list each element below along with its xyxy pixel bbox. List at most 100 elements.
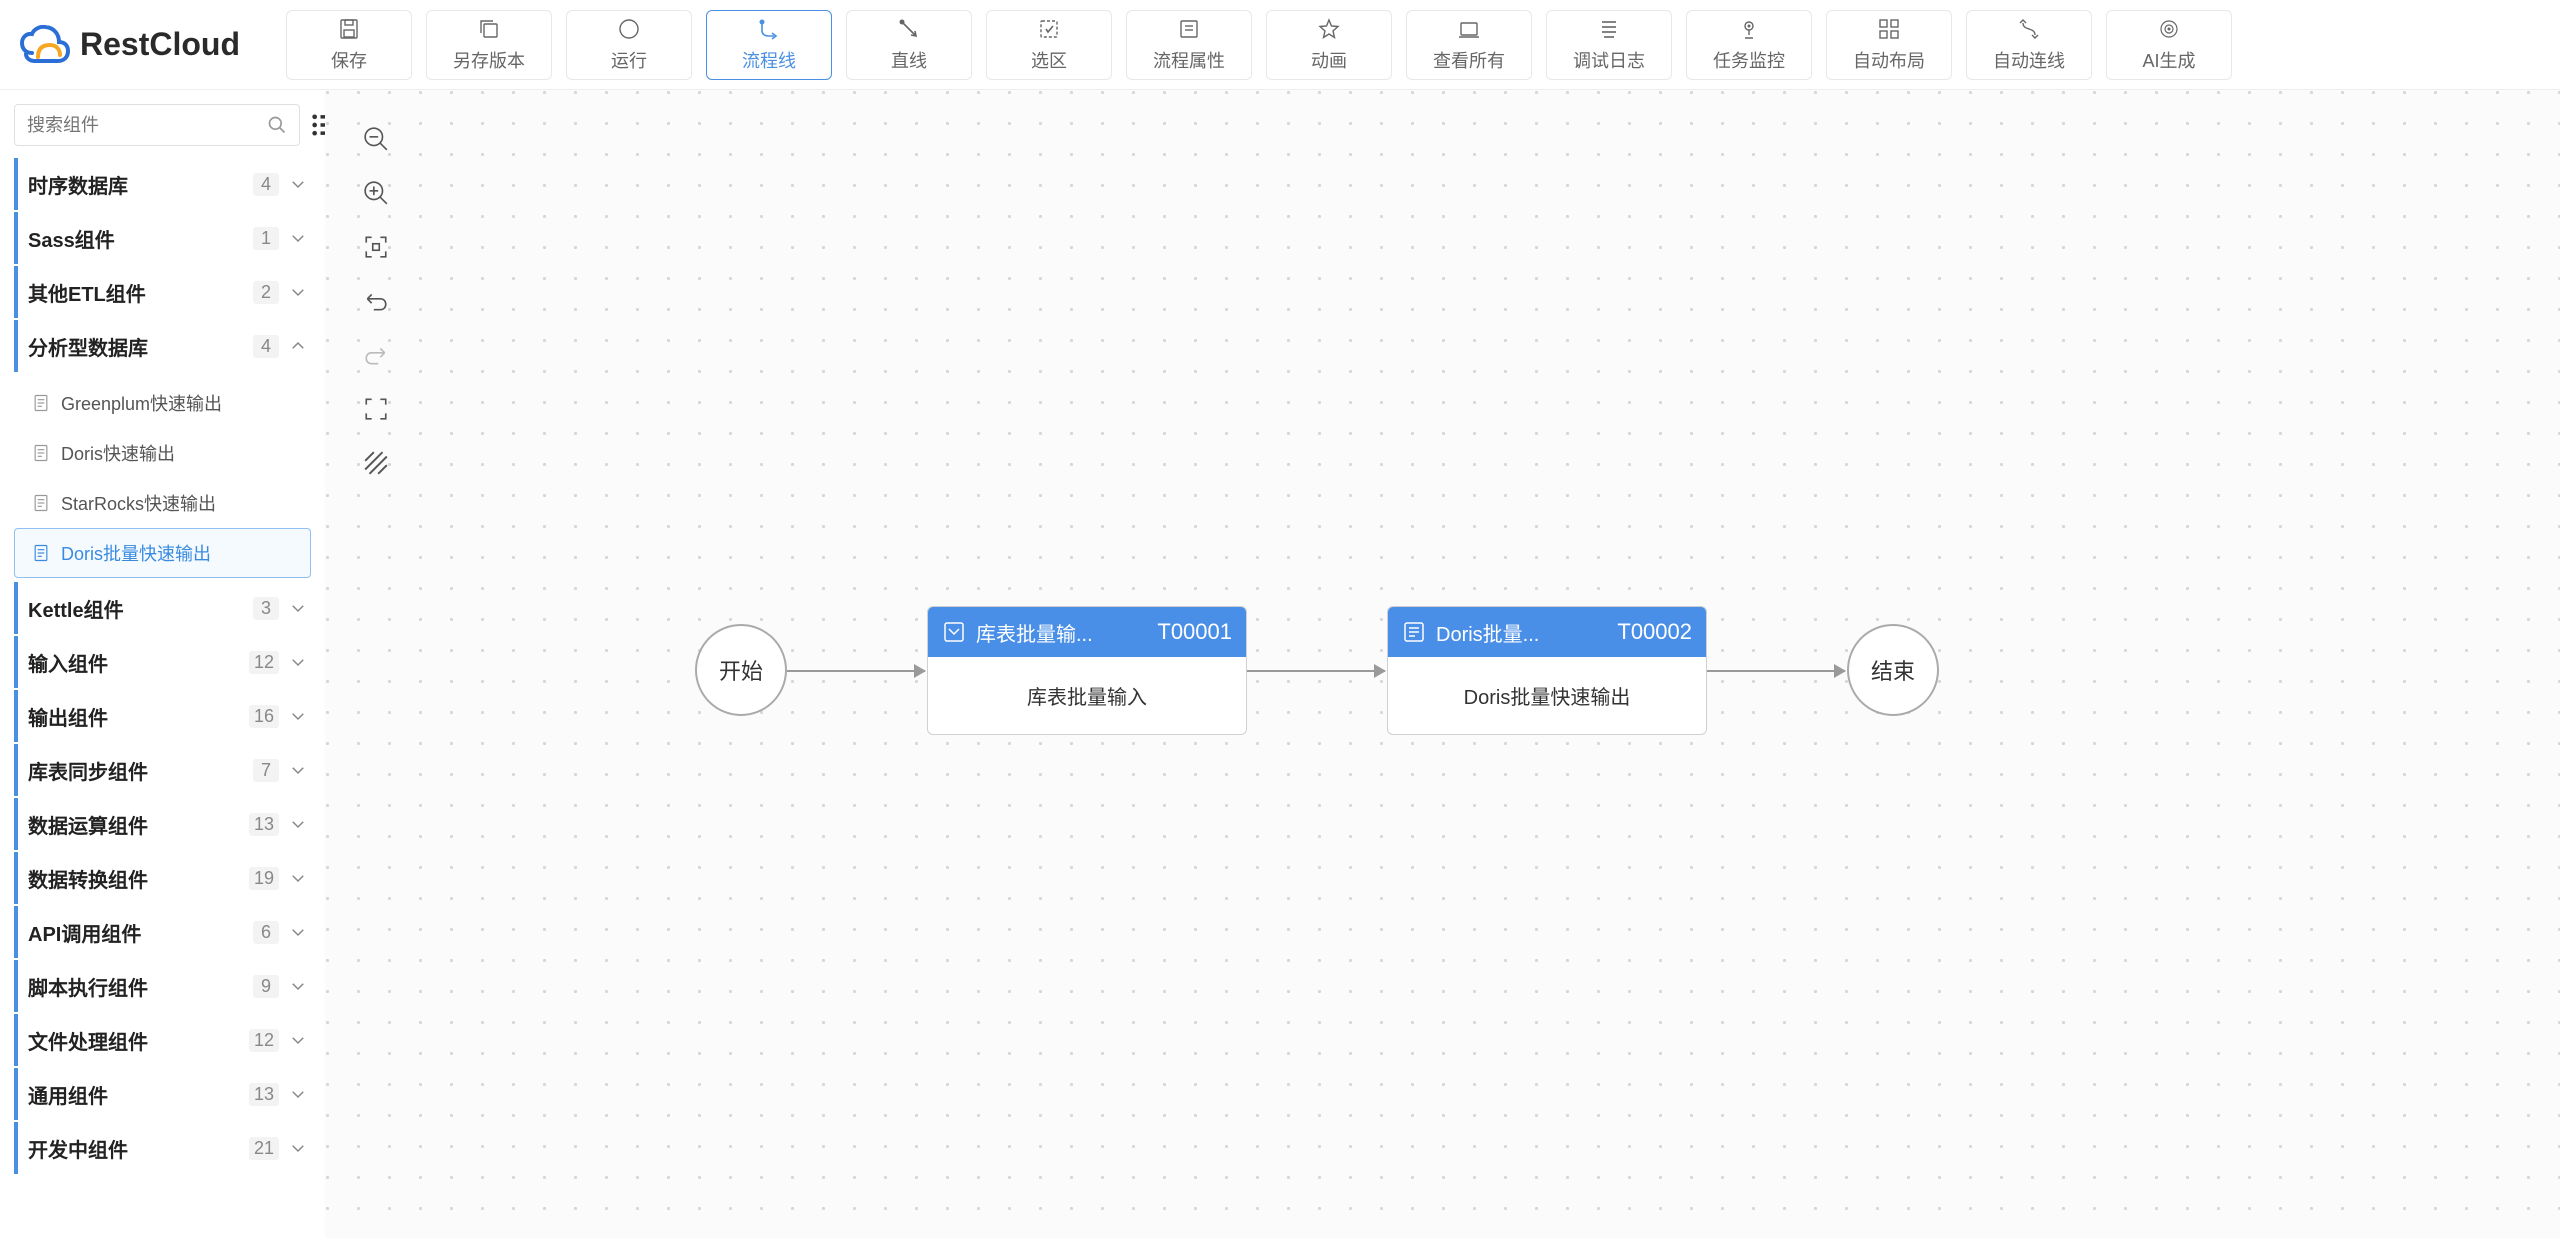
category-item[interactable]: Sass组件1 <box>14 212 311 264</box>
search-input[interactable] <box>27 115 259 136</box>
copy-icon <box>477 17 501 41</box>
category-label: 数据运算组件 <box>18 810 249 839</box>
debuglog-button[interactable]: 调试日志 <box>1546 10 1672 80</box>
toolbar-label: 自动布局 <box>1853 47 1925 73</box>
category-label: 时序数据库 <box>18 170 253 199</box>
category-count: 6 <box>253 921 279 944</box>
category-item[interactable]: 数据运算组件13 <box>14 798 311 850</box>
selection-icon <box>1037 17 1061 41</box>
document-icon <box>31 543 51 563</box>
category-item[interactable]: 脚本执行组件9 <box>14 960 311 1012</box>
viewall-button[interactable]: 查看所有 <box>1406 10 1532 80</box>
category-item[interactable]: Kettle组件3 <box>14 582 311 634</box>
anim-button[interactable]: 动画 <box>1266 10 1392 80</box>
toolbar-label: 运行 <box>611 47 647 73</box>
category-count: 12 <box>249 1029 279 1052</box>
list-icon <box>310 111 325 139</box>
fit-button[interactable] <box>361 232 391 262</box>
edge-start-to-node1[interactable] <box>787 670 925 672</box>
category-count: 1 <box>253 227 279 250</box>
canvas[interactable]: 开始 库表批量输... T00001 库表批量输入 Doris批量... T00… <box>325 90 2560 1238</box>
taskmon-button[interactable]: 任务监控 <box>1686 10 1812 80</box>
chevron-down-icon <box>289 707 307 725</box>
chevron-down-icon <box>289 599 307 617</box>
chevron-down-icon <box>289 653 307 671</box>
category-item[interactable]: 通用组件13 <box>14 1068 311 1120</box>
category-count: 13 <box>249 1083 279 1106</box>
component-item[interactable]: Greenplum快速输出 <box>14 378 311 428</box>
monitor-icon <box>1737 17 1761 41</box>
autolayout-button[interactable]: 自动布局 <box>1826 10 1952 80</box>
component-label: Doris快速输出 <box>61 440 175 466</box>
aigen-button[interactable]: AI生成 <box>2106 10 2232 80</box>
toggle-tree-button[interactable] <box>310 107 325 143</box>
redo-button[interactable] <box>361 340 391 370</box>
canvas-tools <box>361 124 391 478</box>
chevron-down-icon <box>289 977 307 995</box>
category-item[interactable]: 输入组件12 <box>14 636 311 688</box>
category-item[interactable]: 文件处理组件12 <box>14 1014 311 1066</box>
flow-node-1[interactable]: 库表批量输... T00001 库表批量输入 <box>927 606 1247 735</box>
component-item[interactable]: StarRocks快速输出 <box>14 478 311 528</box>
category-count: 4 <box>253 335 279 358</box>
play-circle-icon <box>617 17 641 41</box>
save-as-button[interactable]: 另存版本 <box>426 10 552 80</box>
search-box[interactable] <box>14 104 300 146</box>
category-item[interactable]: 库表同步组件7 <box>14 744 311 796</box>
category-item[interactable]: 时序数据库4 <box>14 158 311 210</box>
component-item[interactable]: Doris快速输出 <box>14 428 311 478</box>
chevron-down-icon <box>289 869 307 887</box>
category-count: 4 <box>253 173 279 196</box>
category-count: 19 <box>249 867 279 890</box>
category-item[interactable]: 输出组件16 <box>14 690 311 742</box>
start-node[interactable]: 开始 <box>695 624 787 716</box>
toolbar-label: 流程线 <box>742 47 796 73</box>
flow-node-2-body: Doris批量快速输出 <box>1388 657 1706 734</box>
category-count: 9 <box>253 975 279 998</box>
chevron-down-icon <box>289 761 307 779</box>
edge-node2-to-end[interactable] <box>1707 670 1845 672</box>
logo-text: RestCloud <box>80 26 240 63</box>
category-count: 3 <box>253 597 279 620</box>
category-item[interactable]: 分析型数据库4 <box>14 320 311 372</box>
autoconnect-button[interactable]: 自动连线 <box>1966 10 2092 80</box>
category-item[interactable]: 开发中组件21 <box>14 1122 311 1174</box>
toolbar-label: 查看所有 <box>1433 47 1505 73</box>
flow-node-1-title: 库表批量输... <box>976 618 1147 647</box>
category-label: 库表同步组件 <box>18 756 253 785</box>
straight-button[interactable]: 直线 <box>846 10 972 80</box>
category-label: 数据转换组件 <box>18 864 249 893</box>
end-node[interactable]: 结束 <box>1847 624 1939 716</box>
zoom-in-button[interactable] <box>361 178 391 208</box>
flow-node-1-code: T00001 <box>1157 619 1232 645</box>
star-icon <box>1317 17 1341 41</box>
select-button[interactable]: 选区 <box>986 10 1112 80</box>
chevron-down-icon <box>289 283 307 301</box>
edge-node1-to-node2[interactable] <box>1247 670 1385 672</box>
category-item[interactable]: 数据转换组件19 <box>14 852 311 904</box>
texture-button[interactable] <box>361 448 391 478</box>
component-item[interactable]: Doris批量快速输出 <box>14 528 311 578</box>
layers-icon <box>1457 17 1481 41</box>
category-label: 分析型数据库 <box>18 332 253 361</box>
flow-node-2[interactable]: Doris批量... T00002 Doris批量快速输出 <box>1387 606 1707 735</box>
flow-node-2-title: Doris批量... <box>1436 618 1607 647</box>
flow-node-2-code: T00002 <box>1617 619 1692 645</box>
fullscreen-icon <box>363 396 389 422</box>
zoom-out-button[interactable] <box>361 124 391 154</box>
toolbar-label: 动画 <box>1311 47 1347 73</box>
fullscreen-button[interactable] <box>361 394 391 424</box>
chevron-down-icon <box>289 229 307 247</box>
props-button[interactable]: 流程属性 <box>1126 10 1252 80</box>
run-button[interactable]: 运行 <box>566 10 692 80</box>
category-item[interactable]: 其他ETL组件2 <box>14 266 311 318</box>
undo-icon <box>363 288 389 314</box>
hatch-icon <box>363 450 389 476</box>
fit-icon <box>363 234 389 260</box>
toolbar-label: 流程属性 <box>1153 47 1225 73</box>
category-item[interactable]: API调用组件6 <box>14 906 311 958</box>
undo-button[interactable] <box>361 286 391 316</box>
save-button[interactable]: 保存 <box>286 10 412 80</box>
logo: RestCloud <box>20 25 240 65</box>
flowline-button[interactable]: 流程线 <box>706 10 832 80</box>
